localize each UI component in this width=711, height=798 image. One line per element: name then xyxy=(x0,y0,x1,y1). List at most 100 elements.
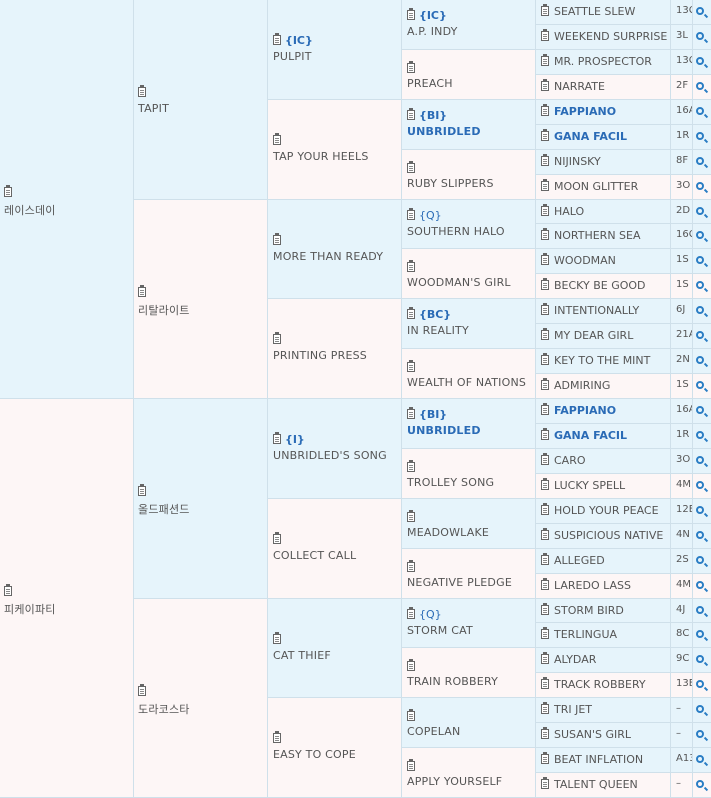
search-icon[interactable] xyxy=(696,107,704,115)
horse-name[interactable]: COPELAN xyxy=(407,725,460,738)
search-icon[interactable] xyxy=(696,481,704,489)
horse-name[interactable]: APPLY YOURSELF xyxy=(407,775,502,788)
clipboard-icon[interactable] xyxy=(138,85,146,97)
search-icon[interactable] xyxy=(696,556,704,564)
clipboard-icon[interactable] xyxy=(407,460,415,472)
clipboard-icon[interactable] xyxy=(541,603,549,615)
horse-name[interactable]: UNBRIDLED'S SONG xyxy=(273,449,387,462)
search-icon[interactable] xyxy=(696,581,704,589)
horse-name[interactable]: WEALTH OF NATIONS xyxy=(407,376,526,389)
horse-name[interactable]: CAT THIEF xyxy=(273,649,331,662)
clipboard-icon[interactable] xyxy=(138,285,146,297)
clipboard-icon[interactable] xyxy=(407,709,415,721)
horse-name[interactable]: UNBRIDLED xyxy=(407,424,481,437)
search-icon[interactable] xyxy=(696,705,704,713)
clipboard-icon[interactable] xyxy=(541,4,549,16)
clipboard-icon[interactable] xyxy=(407,560,415,572)
search-icon[interactable] xyxy=(696,780,704,788)
clipboard-icon[interactable] xyxy=(541,677,549,689)
clipboard-icon[interactable] xyxy=(407,260,415,272)
clipboard-icon[interactable] xyxy=(541,453,549,465)
clipboard-icon[interactable] xyxy=(541,179,549,191)
horse-name[interactable]: MY DEAR GIRL xyxy=(554,329,633,342)
search-icon[interactable] xyxy=(696,406,704,414)
clipboard-icon[interactable] xyxy=(541,627,549,639)
horse-name[interactable]: TRAIN ROBBERY xyxy=(407,675,498,688)
horse-name[interactable]: TAPIT xyxy=(138,102,169,115)
horse-name[interactable]: A.P. INDY xyxy=(407,25,458,38)
clipboard-icon[interactable] xyxy=(541,403,549,415)
clipboard-icon[interactable] xyxy=(407,307,415,319)
clipboard-icon[interactable] xyxy=(407,8,415,20)
horse-name[interactable]: STORM BIRD xyxy=(554,604,624,617)
horse-name[interactable]: UNBRIDLED xyxy=(407,125,481,138)
search-icon[interactable] xyxy=(696,207,704,215)
horse-name[interactable]: NIJINSKY xyxy=(554,155,601,168)
horse-name[interactable]: MOON GLITTER xyxy=(554,180,638,193)
clipboard-icon[interactable] xyxy=(273,632,281,644)
horse-name[interactable]: NORTHERN SEA xyxy=(554,229,641,242)
clipboard-icon[interactable] xyxy=(407,759,415,771)
search-icon[interactable] xyxy=(696,256,704,264)
search-icon[interactable] xyxy=(696,531,704,539)
clipboard-icon[interactable] xyxy=(138,484,146,496)
search-icon[interactable] xyxy=(696,57,704,65)
clipboard-icon[interactable] xyxy=(273,532,281,544)
horse-name[interactable]: COLLECT CALL xyxy=(273,549,356,562)
search-icon[interactable] xyxy=(696,630,704,638)
clipboard-icon[interactable] xyxy=(273,332,281,344)
horse-name[interactable]: SUSPICIOUS NATIVE xyxy=(554,529,663,542)
search-icon[interactable] xyxy=(696,281,704,289)
horse-name[interactable]: INTENTIONALLY xyxy=(554,304,639,317)
horse-name[interactable]: BECKY BE GOOD xyxy=(554,279,646,292)
clipboard-icon[interactable] xyxy=(541,54,549,66)
clipboard-icon[interactable] xyxy=(407,108,415,120)
horse-name[interactable]: RUBY SLIPPERS xyxy=(407,177,494,190)
search-icon[interactable] xyxy=(696,606,704,614)
clipboard-icon[interactable] xyxy=(541,204,549,216)
horse-name[interactable]: TROLLEY SONG xyxy=(407,476,494,489)
search-icon[interactable] xyxy=(696,655,704,663)
clipboard-icon[interactable] xyxy=(541,777,549,789)
horse-name[interactable]: BEAT INFLATION xyxy=(554,753,643,766)
clipboard-icon[interactable] xyxy=(273,133,281,145)
horse-name[interactable]: TALENT QUEEN xyxy=(554,778,638,791)
horse-name[interactable]: NARRATE xyxy=(554,80,605,93)
search-icon[interactable] xyxy=(696,331,704,339)
search-icon[interactable] xyxy=(696,82,704,90)
clipboard-icon[interactable] xyxy=(541,478,549,490)
clipboard-icon[interactable] xyxy=(407,407,415,419)
horse-name[interactable]: CARO xyxy=(554,454,586,467)
horse-name[interactable]: ADMIRING xyxy=(554,379,610,392)
clipboard-icon[interactable] xyxy=(541,553,549,565)
search-icon[interactable] xyxy=(696,231,704,239)
clipboard-icon[interactable] xyxy=(4,185,12,197)
horse-name[interactable]: PULPIT xyxy=(273,50,313,63)
clipboard-icon[interactable] xyxy=(541,702,549,714)
horse-name[interactable]: LUCKY SPELL xyxy=(554,479,625,492)
clipboard-icon[interactable] xyxy=(541,129,549,141)
horse-name[interactable]: 레이스데이 xyxy=(4,202,56,218)
clipboard-icon[interactable] xyxy=(541,578,549,590)
clipboard-icon[interactable] xyxy=(541,503,549,515)
search-icon[interactable] xyxy=(696,381,704,389)
horse-name[interactable]: TRI JET xyxy=(554,703,592,716)
clipboard-icon[interactable] xyxy=(541,752,549,764)
clipboard-icon[interactable] xyxy=(541,154,549,166)
clipboard-icon[interactable] xyxy=(407,360,415,372)
horse-name[interactable]: HALO xyxy=(554,205,584,218)
search-icon[interactable] xyxy=(696,680,704,688)
search-icon[interactable] xyxy=(696,730,704,738)
clipboard-icon[interactable] xyxy=(541,528,549,540)
search-icon[interactable] xyxy=(696,306,704,314)
horse-name[interactable]: MR. PROSPECTOR xyxy=(554,55,652,68)
clipboard-icon[interactable] xyxy=(541,727,549,739)
clipboard-icon[interactable] xyxy=(541,428,549,440)
search-icon[interactable] xyxy=(696,356,704,364)
clipboard-icon[interactable] xyxy=(273,731,281,743)
search-icon[interactable] xyxy=(696,132,704,140)
horse-name[interactable]: IN REALITY xyxy=(407,324,469,337)
clipboard-icon[interactable] xyxy=(273,233,281,245)
horse-name[interactable]: EASY TO COPE xyxy=(273,748,356,761)
horse-name[interactable]: TAP YOUR HEELS xyxy=(273,150,369,163)
